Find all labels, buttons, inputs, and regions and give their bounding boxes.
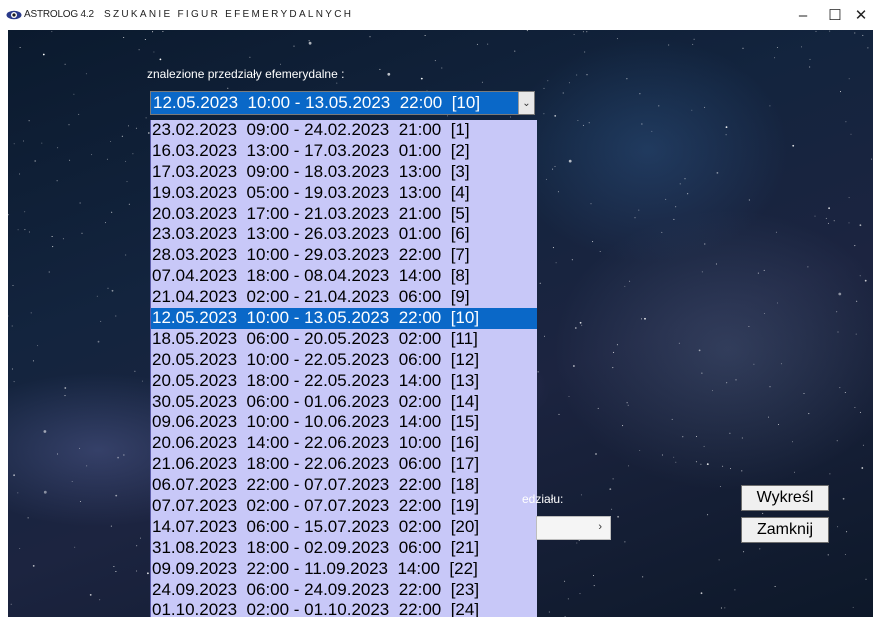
- app-name: ASTROLOG 4.2: [24, 9, 94, 20]
- dropdown-item[interactable]: 19.03.2023 05:00 - 19.03.2023 13:00 [4]: [151, 183, 537, 204]
- combobox-value: 12.05.2023 10:00 - 13.05.2023 22:00 [10]: [153, 93, 481, 112]
- dropdown-item[interactable]: 21.06.2023 18:00 - 22.06.2023 06:00 [17]: [151, 454, 537, 475]
- dropdown-item[interactable]: 18.05.2023 06:00 - 20.05.2023 02:00 [11]: [151, 329, 537, 350]
- dropdown-item[interactable]: 14.07.2023 06:00 - 15.07.2023 02:00 [20]: [151, 517, 537, 538]
- dropdown-item[interactable]: 20.06.2023 14:00 - 22.06.2023 10:00 [16]: [151, 433, 537, 454]
- intervals-dropdown-list[interactable]: 23.02.2023 09:00 - 24.02.2023 21:00 [1] 1…: [150, 120, 537, 617]
- intervals-combobox[interactable]: 12.05.2023 10:00 - 13.05.2023 22:00 [10]…: [150, 91, 535, 115]
- dropdown-item[interactable]: 09.06.2023 10:00 - 10.06.2023 14:00 [15]: [151, 412, 537, 433]
- dropdown-item[interactable]: 31.08.2023 18:00 - 02.09.2023 06:00 [21]: [151, 538, 537, 559]
- dropdown-item[interactable]: 30.05.2023 06:00 - 01.06.2023 02:00 [14]: [151, 392, 537, 413]
- found-intervals-label: znalezione przedziały efemerydalne :: [147, 67, 345, 81]
- eye-logo-icon: [6, 10, 22, 20]
- dropdown-item[interactable]: 01.10.2023 02:00 - 01.10.2023 22:00 [24]: [151, 600, 537, 617]
- close-window-button[interactable]: ✕: [838, 0, 873, 30]
- title-bar: ASTROLOG 4.2 SZUKANIE FIGUR EFEMERYDALNY…: [0, 0, 873, 30]
- dropdown-item[interactable]: 17.03.2023 09:00 - 18.03.2023 13:00 [3]: [151, 162, 537, 183]
- interval-select[interactable]: ›: [536, 516, 611, 540]
- dropdown-item[interactable]: 23.03.2023 13:00 - 26.03.2023 01:00 [6]: [151, 224, 537, 245]
- dropdown-item[interactable]: 20.05.2023 18:00 - 22.05.2023 14:00 [13]: [151, 371, 537, 392]
- dropdown-item[interactable]: 06.07.2023 22:00 - 07.07.2023 22:00 [18]: [151, 475, 537, 496]
- dropdown-item[interactable]: 07.04.2023 18:00 - 08.04.2023 14:00 [8]: [151, 266, 537, 287]
- dropdown-item[interactable]: 28.03.2023 10:00 - 29.03.2023 22:00 [7]: [151, 245, 537, 266]
- dropdown-item[interactable]: 23.02.2023 09:00 - 24.02.2023 21:00 [1]: [151, 120, 537, 141]
- chevron-right-icon: ›: [598, 521, 602, 533]
- close-button[interactable]: Zamknij: [741, 517, 829, 543]
- dropdown-item[interactable]: 20.05.2023 10:00 - 22.05.2023 06:00 [12]: [151, 350, 537, 371]
- window-title: SZUKANIE FIGUR EFEMERYDALNYCH: [104, 9, 354, 20]
- dropdown-item[interactable]: 20.03.2023 17:00 - 21.03.2023 21:00 [5]: [151, 204, 537, 225]
- dropdown-item[interactable]: 07.07.2023 02:00 - 07.07.2023 22:00 [19]: [151, 496, 537, 517]
- dropdown-item[interactable]: 09.09.2023 22:00 - 11.09.2023 14:00 [22]: [151, 559, 537, 580]
- starfield-background: znalezione przedziały efemerydalne : 12.…: [8, 30, 873, 617]
- dropdown-item[interactable]: 16.03.2023 13:00 - 17.03.2023 01:00 [2]: [151, 141, 537, 162]
- dropdown-item[interactable]: 21.04.2023 02:00 - 21.04.2023 06:00 [9]: [151, 287, 537, 308]
- chevron-down-icon[interactable]: ⌄: [518, 92, 534, 114]
- interval-label-partial: edziału:: [522, 492, 564, 506]
- dropdown-item[interactable]: 24.09.2023 06:00 - 24.09.2023 22:00 [23]: [151, 580, 537, 601]
- dropdown-item[interactable]: 12.05.2023 10:00 - 13.05.2023 22:00 [10]: [151, 308, 537, 329]
- draw-button[interactable]: Wykreśl: [741, 485, 829, 511]
